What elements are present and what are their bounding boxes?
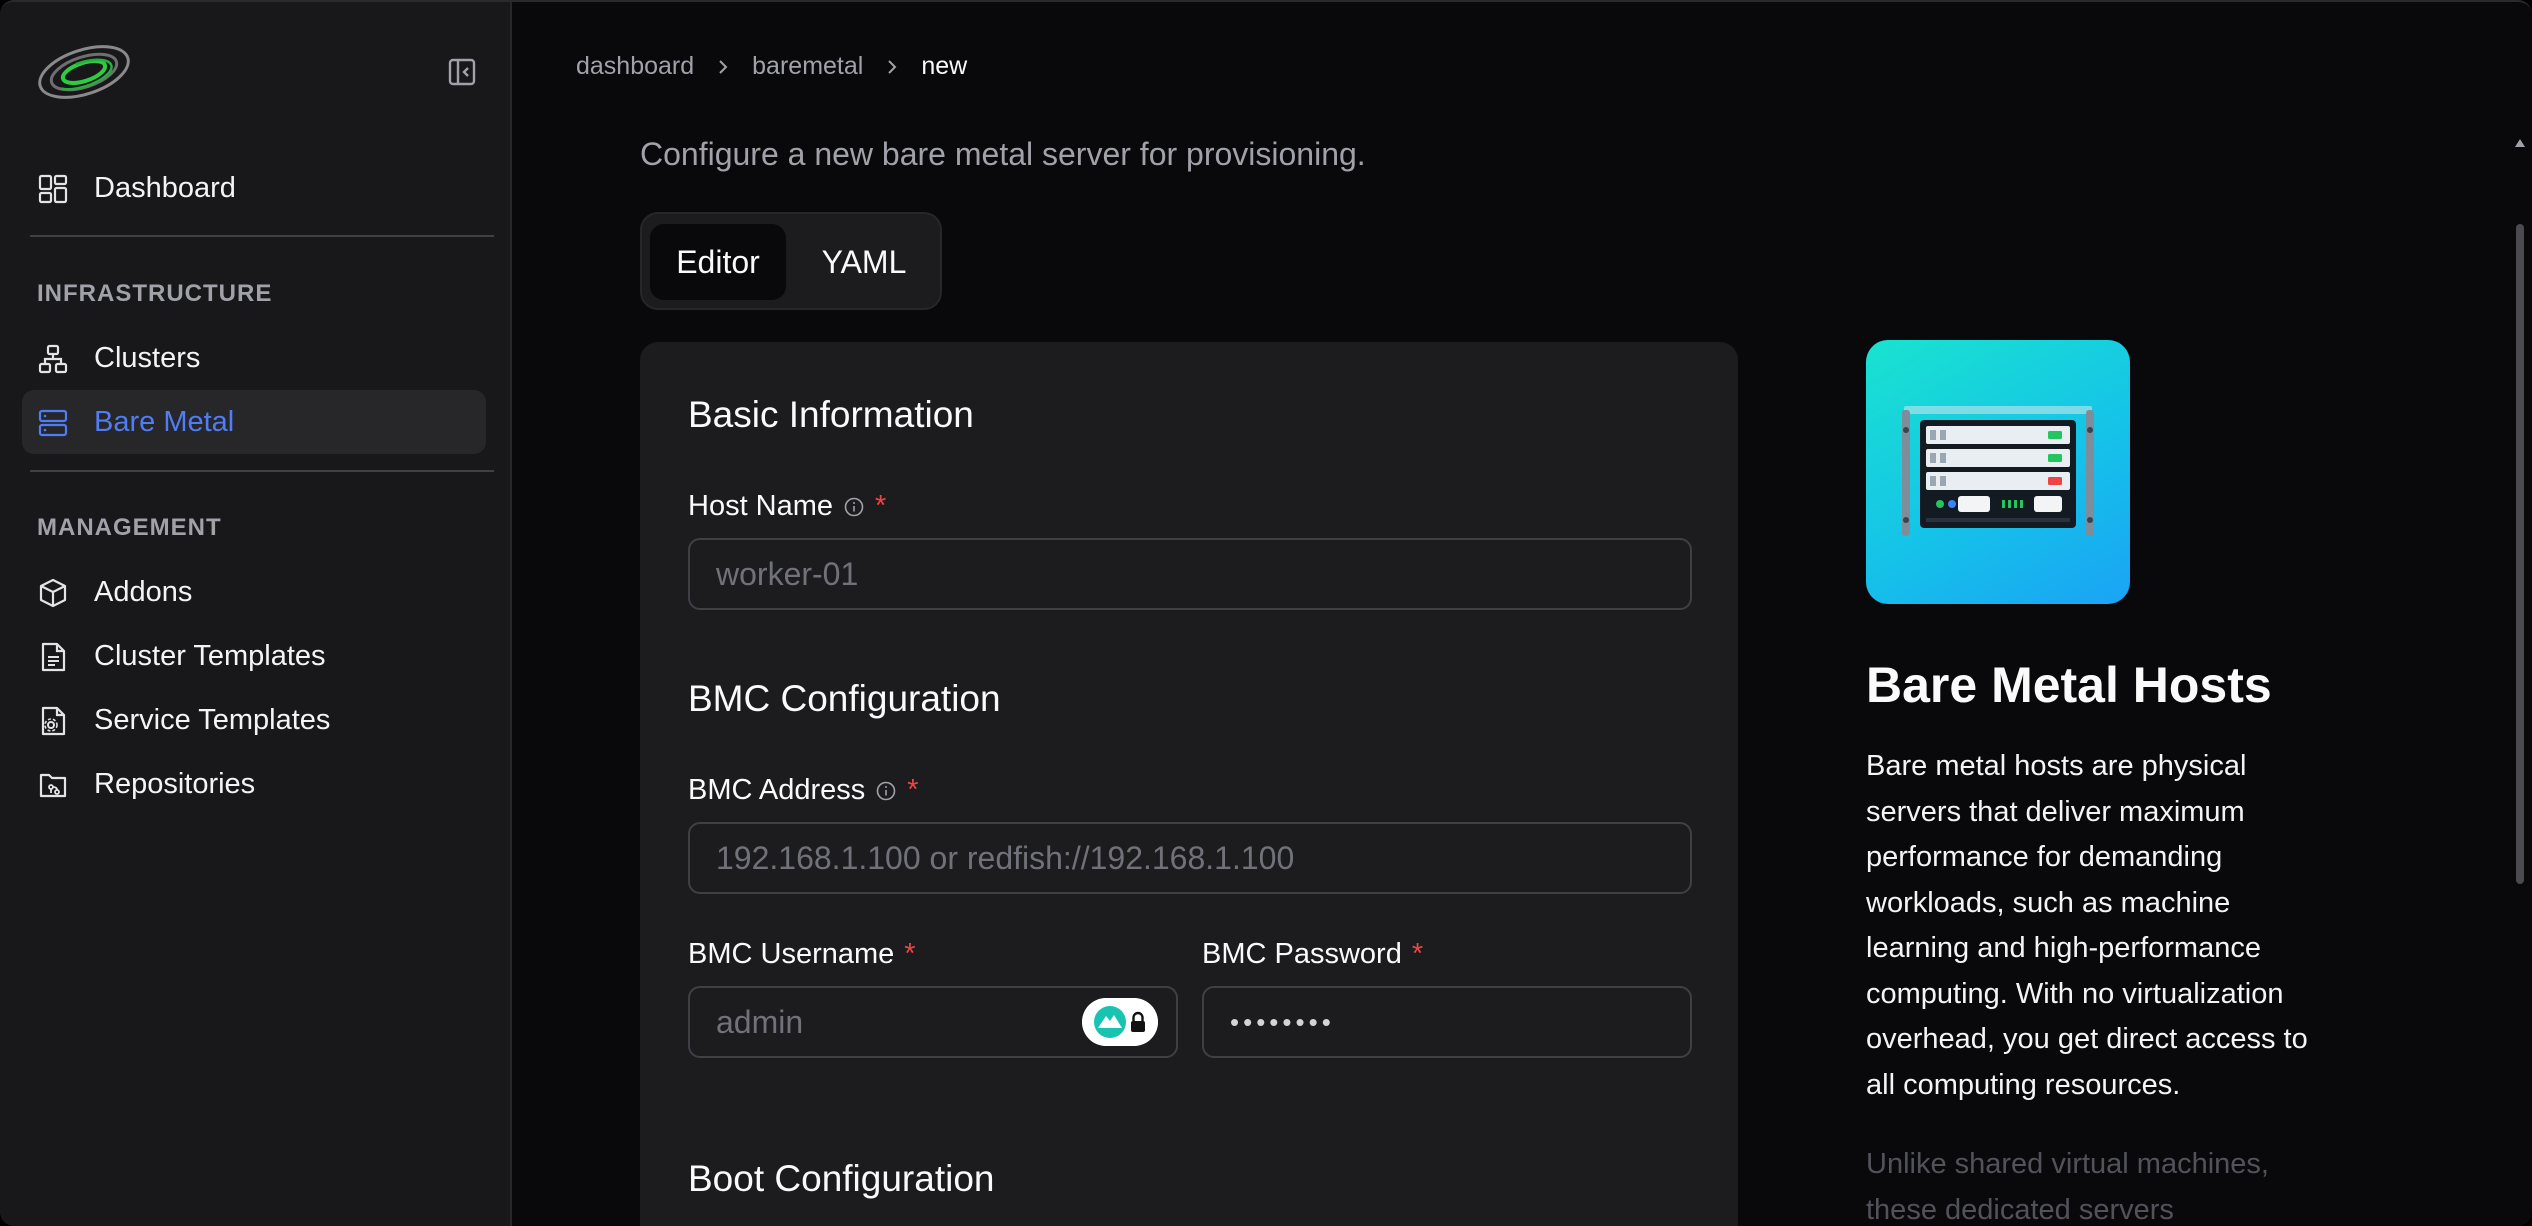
panel-description-more: Unlike shared virtual machines, these de… [1866, 1148, 2269, 1226]
host-name-input[interactable]: worker-01 [688, 538, 1692, 610]
section-title-basic: Basic Information [688, 394, 974, 435]
sidebar-item-dashboard[interactable]: Dashboard [22, 156, 486, 220]
bmc-username-label: BMC Username * [688, 938, 916, 971]
bmc-username-placeholder: admin [716, 1003, 804, 1040]
sidebar-item-label: Repositories [94, 767, 256, 800]
file-gear-icon [41, 706, 66, 736]
host-name-placeholder: worker-01 [716, 555, 859, 592]
panel-title: Bare Metal Hosts [1866, 657, 2272, 713]
sidebar-item-service-templates[interactable]: Service Templates [22, 688, 486, 752]
app-window: Dashboard INFRASTRUCTURE Clusters Bare M… [0, 0, 2532, 1226]
bmc-password-value: •••••••• [1230, 1006, 1335, 1037]
bmc-address-placeholder: 192.168.1.100 or redfish://192.168.1.100 [716, 839, 1295, 876]
info-icon[interactable] [843, 496, 865, 518]
sidebar-item-label: Clusters [94, 341, 201, 374]
file-text-icon [41, 642, 66, 672]
bmc-address-label: BMC Address * [688, 774, 919, 807]
editor-mode-tabs: Editor YAML [640, 212, 942, 310]
sidebar-item-label: Bare Metal [94, 405, 235, 438]
clusters-icon [38, 344, 68, 374]
sidebar-item-bare-metal[interactable]: Bare Metal [22, 390, 486, 454]
folder-git-icon [39, 773, 67, 798]
bmc-username-label-text: BMC Username [688, 938, 895, 970]
chevron-right-icon [719, 59, 728, 74]
package-icon [39, 578, 67, 608]
form-card: Basic Information Host Name * worker-01 … [640, 342, 1738, 1226]
sidebar-item-repositories[interactable]: Repositories [22, 752, 486, 816]
server-rack-icon [1902, 406, 2094, 536]
sidebar-item-clusters[interactable]: Clusters [22, 326, 486, 390]
required-marker: * [907, 774, 919, 806]
host-name-label: Host Name * [688, 490, 886, 523]
scroll-thumb[interactable] [2516, 224, 2524, 884]
bmc-username-input[interactable]: admin [688, 986, 1178, 1058]
sidebar-item-cluster-templates[interactable]: Cluster Templates [22, 624, 486, 688]
password-manager-icon[interactable] [1082, 998, 1158, 1046]
bmc-password-input[interactable]: •••••••• [1202, 986, 1692, 1058]
breadcrumb: dashboard baremetal new [576, 52, 967, 81]
breadcrumb-dashboard[interactable]: dashboard [576, 52, 694, 81]
app-logo[interactable] [36, 34, 136, 108]
dashboard-icon [38, 174, 68, 204]
bmc-password-label: BMC Password * [1202, 938, 1423, 971]
tab-yaml[interactable]: YAML [794, 224, 934, 300]
sidebar-item-label: Service Templates [94, 703, 331, 736]
bare-metal-illustration [1866, 340, 2130, 604]
scroll-up-arrow-icon[interactable] [2514, 138, 2526, 148]
required-marker: * [875, 490, 887, 522]
tab-editor[interactable]: Editor [650, 224, 786, 300]
sidebar-item-addons[interactable]: Addons [22, 560, 486, 624]
main-content: dashboard baremetal new Configure a new … [512, 2, 2532, 1226]
sidebar-collapse-icon[interactable] [446, 56, 478, 88]
sidebar-item-label: Cluster Templates [94, 639, 326, 672]
chevron-right-icon [888, 59, 897, 74]
breadcrumb-baremetal[interactable]: baremetal [752, 52, 863, 81]
sidebar: Dashboard INFRASTRUCTURE Clusters Bare M… [0, 2, 512, 1226]
bmc-address-input[interactable]: 192.168.1.100 or redfish://192.168.1.100 [688, 822, 1692, 894]
section-title-boot: Boot Configuration [688, 1158, 995, 1199]
sidebar-item-label: Dashboard [94, 171, 236, 204]
breadcrumb-new: new [921, 52, 968, 80]
section-title-bmc: BMC Configuration [688, 678, 1001, 719]
section-label-management: MANAGEMENT [37, 514, 222, 541]
scrollbar[interactable] [2502, 2, 2532, 1226]
server-icon [38, 409, 68, 437]
info-icon[interactable] [875, 780, 897, 802]
sidebar-item-label: Addons [94, 575, 193, 608]
divider [30, 235, 494, 237]
bmc-password-label-text: BMC Password [1202, 938, 1402, 970]
divider [30, 470, 494, 472]
page-subtitle: Configure a new bare metal server for pr… [640, 136, 1366, 172]
required-marker: * [1411, 938, 1424, 970]
host-name-label-text: Host Name [688, 490, 834, 522]
section-label-infrastructure: INFRASTRUCTURE [37, 280, 273, 307]
panel-description: Bare metal hosts are physical servers th… [1866, 750, 2308, 1101]
bmc-address-label-text: BMC Address [688, 774, 866, 806]
required-marker: * [904, 938, 916, 970]
